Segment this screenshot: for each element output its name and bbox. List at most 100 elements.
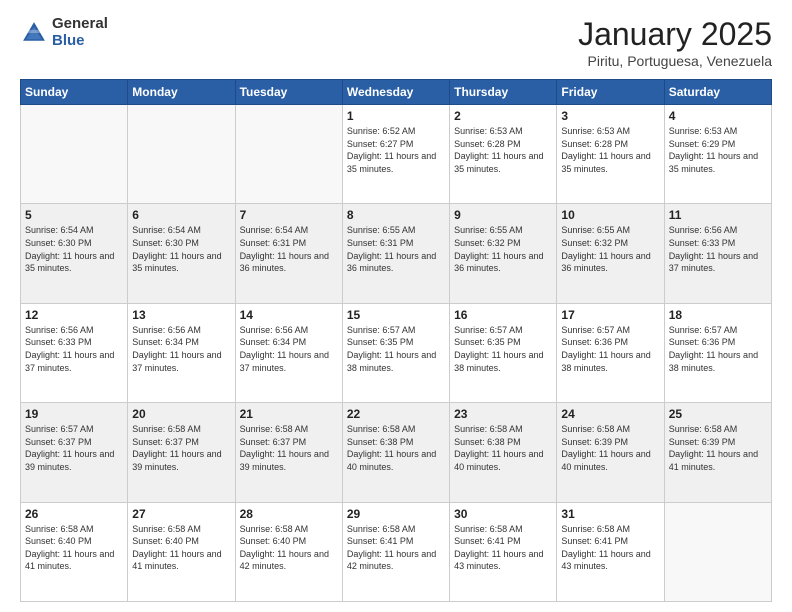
calendar-cell — [128, 105, 235, 204]
weekday-header: Friday — [557, 80, 664, 105]
calendar-week-row: 12 Sunrise: 6:56 AMSunset: 6:33 PMDayligh… — [21, 303, 772, 402]
calendar-cell: 9Sunrise: 6:55 AMSunset: 6:32 PMDaylight… — [450, 204, 557, 303]
day-number: 8 — [347, 208, 445, 222]
calendar-cell: 1 Sunrise: 6:52 AMSunset: 6:27 PMDaylight… — [342, 105, 449, 204]
logo-general: General — [52, 16, 108, 33]
logo-blue: Blue — [52, 33, 108, 50]
day-number: 3 — [561, 109, 659, 123]
calendar-week-row: 19 Sunrise: 6:57 AMSunset: 6:37 PMDayligh… — [21, 403, 772, 502]
day-info: Sunrise: 6:58 AMSunset: 6:40 PMDaylight:… — [132, 523, 230, 573]
calendar-cell — [21, 105, 128, 204]
calendar-cell: 7Sunrise: 6:54 AMSunset: 6:31 PMDaylight… — [235, 204, 342, 303]
day-info: Sunrise: 6:57 AMSunset: 6:35 PMDaylight:… — [454, 324, 552, 374]
day-number: 31 — [561, 507, 659, 521]
day-info: Sunrise: 6:54 AMSunset: 6:30 PMDaylight:… — [25, 224, 123, 274]
day-number: 24 — [561, 407, 659, 421]
day-number: 30 — [454, 507, 552, 521]
weekday-header: Wednesday — [342, 80, 449, 105]
calendar-cell: 16 Sunrise: 6:57 AMSunset: 6:35 PMDayligh… — [450, 303, 557, 402]
day-number: 20 — [132, 407, 230, 421]
day-number: 27 — [132, 507, 230, 521]
calendar-week-row: 26Sunrise: 6:58 AMSunset: 6:40 PMDayligh… — [21, 502, 772, 601]
calendar-cell: 5 Sunrise: 6:54 AMSunset: 6:30 PMDaylight… — [21, 204, 128, 303]
weekday-header: Thursday — [450, 80, 557, 105]
title-section: January 2025 Piritu, Portuguesa, Venezue… — [578, 16, 772, 69]
day-number: 21 — [240, 407, 338, 421]
calendar-cell: 30 Sunrise: 6:58 AMSunset: 6:41 PMDayligh… — [450, 502, 557, 601]
day-info: Sunrise: 6:58 AMSunset: 6:41 PMDaylight:… — [561, 523, 659, 573]
day-number: 2 — [454, 109, 552, 123]
day-number: 9 — [454, 208, 552, 222]
day-number: 19 — [25, 407, 123, 421]
calendar-cell — [235, 105, 342, 204]
day-number: 5 — [25, 208, 123, 222]
calendar-cell: 12 Sunrise: 6:56 AMSunset: 6:33 PMDayligh… — [21, 303, 128, 402]
day-info: Sunrise: 6:58 AMSunset: 6:39 PMDaylight:… — [561, 423, 659, 473]
day-number: 16 — [454, 308, 552, 322]
day-info: Sunrise: 6:58 AMSunset: 6:38 PMDaylight:… — [347, 423, 445, 473]
calendar-cell: 24 Sunrise: 6:58 AMSunset: 6:39 PMDayligh… — [557, 403, 664, 502]
calendar-cell: 29 Sunrise: 6:58 AMSunset: 6:41 PMDayligh… — [342, 502, 449, 601]
calendar-cell: 19 Sunrise: 6:57 AMSunset: 6:37 PMDayligh… — [21, 403, 128, 502]
day-number: 28 — [240, 507, 338, 521]
day-number: 23 — [454, 407, 552, 421]
logo-icon — [20, 19, 48, 47]
calendar-cell: 18 Sunrise: 6:57 AMSunset: 6:36 PMDayligh… — [664, 303, 771, 402]
calendar-cell: 6Sunrise: 6:54 AMSunset: 6:30 PMDaylight… — [128, 204, 235, 303]
calendar-cell: 22 Sunrise: 6:58 AMSunset: 6:38 PMDayligh… — [342, 403, 449, 502]
calendar-week-row: 1 Sunrise: 6:52 AMSunset: 6:27 PMDaylight… — [21, 105, 772, 204]
calendar-cell — [664, 502, 771, 601]
day-info: Sunrise: 6:56 AMSunset: 6:34 PMDaylight:… — [132, 324, 230, 374]
day-number: 10 — [561, 208, 659, 222]
day-info: Sunrise: 6:52 AMSunset: 6:27 PMDaylight:… — [347, 125, 445, 175]
day-info: Sunrise: 6:56 AMSunset: 6:33 PMDaylight:… — [669, 224, 767, 274]
calendar: SundayMondayTuesdayWednesdayThursdayFrid… — [20, 79, 772, 602]
day-info: Sunrise: 6:58 AMSunset: 6:38 PMDaylight:… — [454, 423, 552, 473]
day-info: Sunrise: 6:57 AMSunset: 6:35 PMDaylight:… — [347, 324, 445, 374]
weekday-header: Saturday — [664, 80, 771, 105]
day-info: Sunrise: 6:53 AMSunset: 6:28 PMDaylight:… — [454, 125, 552, 175]
calendar-cell: 23 Sunrise: 6:58 AMSunset: 6:38 PMDayligh… — [450, 403, 557, 502]
calendar-cell: 15 Sunrise: 6:57 AMSunset: 6:35 PMDayligh… — [342, 303, 449, 402]
calendar-cell: 25 Sunrise: 6:58 AMSunset: 6:39 PMDayligh… — [664, 403, 771, 502]
calendar-cell: 3Sunrise: 6:53 AMSunset: 6:28 PMDaylight… — [557, 105, 664, 204]
calendar-cell: 28 Sunrise: 6:58 AMSunset: 6:40 PMDayligh… — [235, 502, 342, 601]
day-info: Sunrise: 6:58 AMSunset: 6:41 PMDaylight:… — [454, 523, 552, 573]
day-info: Sunrise: 6:57 AMSunset: 6:36 PMDaylight:… — [561, 324, 659, 374]
day-info: Sunrise: 6:58 AMSunset: 6:40 PMDaylight:… — [25, 523, 123, 573]
calendar-cell: 17 Sunrise: 6:57 AMSunset: 6:36 PMDayligh… — [557, 303, 664, 402]
day-info: Sunrise: 6:53 AMSunset: 6:29 PMDaylight:… — [669, 125, 767, 175]
weekday-header: Tuesday — [235, 80, 342, 105]
day-number: 18 — [669, 308, 767, 322]
calendar-cell: 10Sunrise: 6:55 AMSunset: 6:32 PMDayligh… — [557, 204, 664, 303]
weekday-header-row: SundayMondayTuesdayWednesdayThursdayFrid… — [21, 80, 772, 105]
location: Piritu, Portuguesa, Venezuela — [578, 53, 772, 69]
day-number: 14 — [240, 308, 338, 322]
day-number: 13 — [132, 308, 230, 322]
day-info: Sunrise: 6:58 AMSunset: 6:39 PMDaylight:… — [669, 423, 767, 473]
logo: General Blue — [20, 16, 108, 49]
day-info: Sunrise: 6:56 AMSunset: 6:34 PMDaylight:… — [240, 324, 338, 374]
day-number: 17 — [561, 308, 659, 322]
weekday-header: Sunday — [21, 80, 128, 105]
day-info: Sunrise: 6:57 AMSunset: 6:37 PMDaylight:… — [25, 423, 123, 473]
day-info: Sunrise: 6:58 AMSunset: 6:37 PMDaylight:… — [132, 423, 230, 473]
day-info: Sunrise: 6:56 AMSunset: 6:33 PMDaylight:… — [25, 324, 123, 374]
logo-text: General Blue — [52, 16, 108, 49]
calendar-cell: 26Sunrise: 6:58 AMSunset: 6:40 PMDayligh… — [21, 502, 128, 601]
day-number: 1 — [347, 109, 445, 123]
day-number: 29 — [347, 507, 445, 521]
day-number: 22 — [347, 407, 445, 421]
day-info: Sunrise: 6:57 AMSunset: 6:36 PMDaylight:… — [669, 324, 767, 374]
day-number: 15 — [347, 308, 445, 322]
day-number: 25 — [669, 407, 767, 421]
day-info: Sunrise: 6:58 AMSunset: 6:41 PMDaylight:… — [347, 523, 445, 573]
month-title: January 2025 — [578, 16, 772, 53]
header: General Blue January 2025 Piritu, Portug… — [20, 16, 772, 69]
day-number: 12 — [25, 308, 123, 322]
day-number: 6 — [132, 208, 230, 222]
calendar-cell: 2 Sunrise: 6:53 AMSunset: 6:28 PMDaylight… — [450, 105, 557, 204]
day-info: Sunrise: 6:58 AMSunset: 6:40 PMDaylight:… — [240, 523, 338, 573]
calendar-cell: 8Sunrise: 6:55 AMSunset: 6:31 PMDaylight… — [342, 204, 449, 303]
calendar-cell: 4Sunrise: 6:53 AMSunset: 6:29 PMDaylight… — [664, 105, 771, 204]
